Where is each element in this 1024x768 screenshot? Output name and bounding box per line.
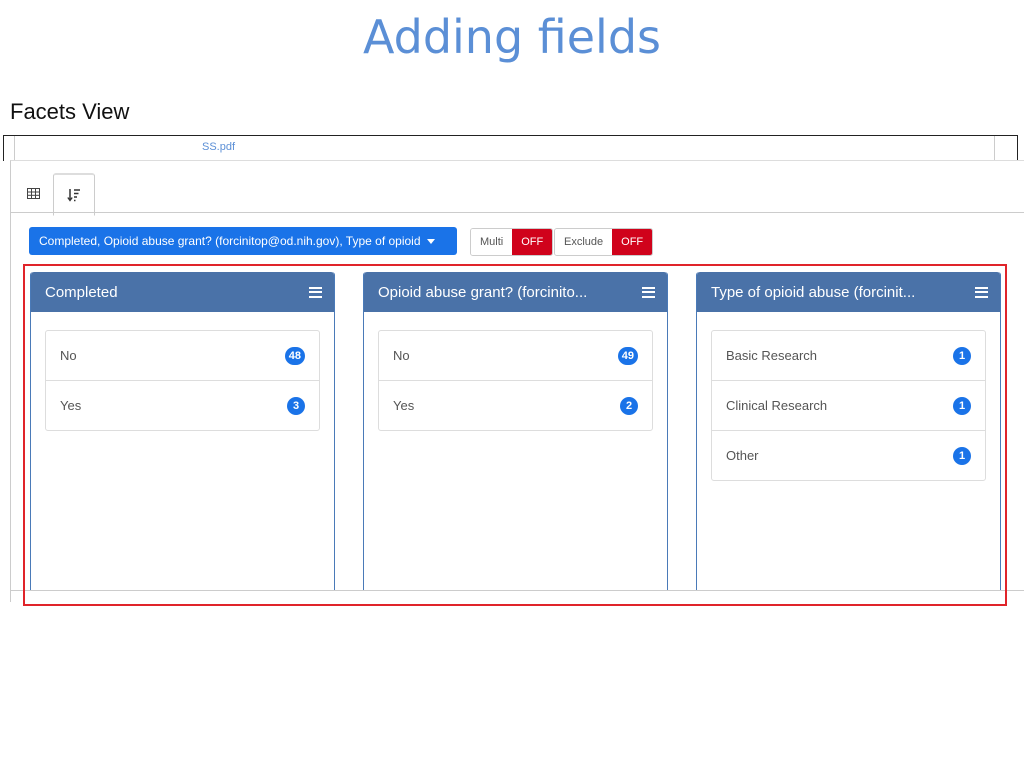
- table-icon: [26, 187, 40, 199]
- facet-list: Basic Research 1 Clinical Research 1 Oth…: [711, 330, 986, 481]
- facet-panel-title: Type of opioid abuse (forcinit...: [711, 283, 916, 301]
- facet-count-badge: 49: [617, 346, 638, 365]
- exclude-toggle[interactable]: Exclude OFF: [554, 228, 654, 256]
- facet-panel-title: Opioid abuse grant? (forcinito...: [378, 283, 588, 301]
- facet-item-label: No: [60, 348, 77, 363]
- facet-panel-opioid-grant: Opioid abuse grant? (forcinito... No 49 …: [363, 272, 668, 591]
- facet-count-badge: 48: [284, 346, 305, 365]
- field-select-label: Completed, Opioid abuse grant? (forcinit…: [39, 234, 421, 248]
- facet-count-badge: 2: [620, 396, 638, 415]
- facet-panel-opioid-type: Type of opioid abuse (forcinit... Basic …: [696, 272, 1001, 591]
- sort-list-icon: [67, 189, 80, 202]
- exclude-toggle-state[interactable]: OFF: [612, 229, 653, 255]
- facet-list: No 48 Yes 3: [45, 330, 320, 431]
- facet-item[interactable]: Yes 2: [379, 380, 652, 430]
- facet-panel-header: Type of opioid abuse (forcinit...: [697, 272, 1000, 312]
- hamburger-icon[interactable]: [642, 286, 655, 298]
- exclude-toggle-label: Exclude: [555, 229, 613, 255]
- hamburger-icon[interactable]: [975, 286, 988, 298]
- field-select-dropdown[interactable]: Completed, Opioid abuse grant? (forcinit…: [29, 227, 457, 255]
- facet-item[interactable]: Basic Research 1: [712, 331, 985, 380]
- caret-down-icon: [426, 238, 435, 244]
- facet-item[interactable]: Other 1: [712, 430, 985, 480]
- facet-panel-header: Opioid abuse grant? (forcinito...: [364, 272, 667, 312]
- facet-item[interactable]: Clinical Research 1: [712, 380, 985, 430]
- slide-subtitle: Facets View: [10, 99, 130, 124]
- strip-divider-left: [14, 136, 15, 161]
- facet-count-badge: 1: [953, 396, 971, 415]
- tabs-divider: [11, 212, 1024, 213]
- strip-divider-right: [994, 136, 995, 161]
- facet-panel-title: Completed: [45, 283, 118, 301]
- facet-count-badge: 3: [287, 396, 305, 415]
- facet-panel-header: Completed: [31, 272, 334, 312]
- facet-count-badge: 1: [953, 446, 971, 465]
- facet-item-label: Yes: [393, 398, 415, 413]
- facet-count-badge: 1: [953, 346, 971, 365]
- tab-facets-view[interactable]: [53, 173, 95, 216]
- facet-item-label: No: [393, 348, 410, 363]
- file-link[interactable]: SS.pdf: [202, 141, 235, 153]
- multi-toggle-label: Multi: [471, 229, 513, 255]
- multi-toggle[interactable]: Multi OFF: [470, 228, 554, 256]
- facet-item-label: Yes: [60, 398, 82, 413]
- hamburger-icon[interactable]: [309, 286, 322, 298]
- facet-item[interactable]: No 49: [379, 331, 652, 380]
- slide-title: Adding fields: [362, 10, 662, 64]
- facet-item-label: Other: [726, 448, 759, 463]
- multi-toggle-state[interactable]: OFF: [512, 229, 553, 255]
- facet-item[interactable]: Yes 3: [46, 380, 319, 430]
- facet-item-label: Basic Research: [726, 348, 818, 363]
- cropped-page-strip: SS.pdf: [3, 135, 1018, 161]
- facet-panel-completed: Completed No 48 Yes 3: [30, 272, 335, 591]
- app-bottom-border: [10, 590, 1024, 591]
- facet-item-label: Clinical Research: [726, 398, 828, 413]
- tab-table-view[interactable]: [13, 173, 53, 213]
- facet-item[interactable]: No 48: [46, 331, 319, 380]
- facet-list: No 49 Yes 2: [378, 330, 653, 431]
- facets-app: Completed, Opioid abuse grant? (forcinit…: [10, 160, 1024, 602]
